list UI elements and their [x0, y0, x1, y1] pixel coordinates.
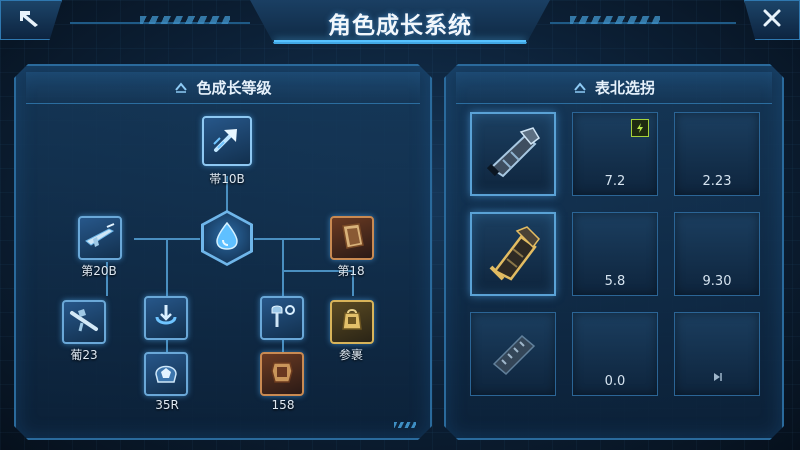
shield-plate-icon	[337, 221, 367, 255]
skill-node-top[interactable]	[202, 116, 252, 166]
swirl-icon	[151, 301, 181, 335]
skill-node-bottom-2-label: 35R	[155, 398, 179, 412]
equipment-slot-3-value: 2.23	[702, 174, 732, 189]
skill-node-bottom-4-label: 参裹	[338, 348, 363, 362]
link-left-branch	[166, 238, 168, 296]
equipment-slot-9[interactable]	[674, 312, 760, 396]
skill-node-bottom-3b[interactable]	[260, 352, 304, 396]
header-stripes-right	[570, 16, 660, 24]
skill-core-node[interactable]	[201, 210, 253, 266]
header-stripes-left	[140, 16, 230, 24]
skill-node-bottom-1[interactable]	[62, 300, 106, 344]
skill-node-top-label: 帯10B	[209, 172, 245, 186]
equipment-slot-6[interactable]: 9.30	[674, 212, 760, 296]
sniper-rifle-icon	[68, 305, 100, 339]
gauntlet-armor-icon	[481, 221, 545, 287]
close-button[interactable]	[744, 0, 800, 40]
skill-node-bottom-3-label: 158	[271, 398, 295, 412]
play-icon	[711, 368, 723, 387]
equipment-slot-3[interactable]: 2.23	[674, 112, 760, 196]
header: 角色成长系统	[0, 0, 800, 50]
armor-icon	[267, 357, 297, 391]
skill-node-mid-left[interactable]	[78, 216, 122, 260]
rifle-icon	[83, 221, 117, 255]
equipment-slot-8-value: 0.0	[604, 374, 626, 389]
helmet-icon	[150, 356, 182, 392]
skill-tree: 帯10B 第20B 第18 葡23 35R 158 参裹	[14, 64, 432, 440]
link-left-bottom	[166, 338, 168, 352]
skill-node-mid-left-label: 第20B	[81, 264, 117, 278]
back-button[interactable]	[0, 0, 62, 40]
equipment-slot-2-value: 7.2	[604, 174, 626, 189]
link-mid-right	[254, 238, 320, 240]
skill-node-mid-right-label: 第18	[337, 264, 365, 278]
cannon-barrel-icon	[481, 122, 545, 186]
equipment-slot-8[interactable]: 0.0	[572, 312, 658, 396]
backpack-icon	[337, 305, 367, 339]
equipment-slot-7[interactable]	[470, 312, 556, 396]
equipment-slot-4[interactable]	[470, 212, 556, 296]
skill-node-bottom-2b[interactable]	[144, 352, 188, 396]
close-icon	[761, 7, 783, 33]
back-arrow-icon	[16, 7, 46, 33]
lightning-badge-icon	[631, 119, 649, 137]
skill-node-bottom-4[interactable]	[330, 300, 374, 344]
link-right-branch	[282, 238, 284, 296]
equipment-slot-5-value: 5.8	[604, 274, 626, 289]
equipment-slot-1[interactable]	[470, 112, 556, 196]
equipment-grid: 7.2 2.23 5.8 9.30 0.0	[444, 64, 784, 440]
arrow-up-right-icon	[210, 122, 244, 160]
page-title: 角色成长系统	[328, 13, 472, 39]
equipment-slot-5[interactable]: 5.8	[572, 212, 658, 296]
skill-node-bottom-1-label: 葡23	[70, 348, 98, 362]
skill-node-mid-right[interactable]	[330, 216, 374, 260]
equipment-slot-2[interactable]: 7.2	[572, 112, 658, 196]
chip-module-icon	[482, 324, 544, 384]
water-drop-icon	[214, 221, 240, 255]
skill-node-bottom-2a[interactable]	[144, 296, 188, 340]
link-right-bottom	[282, 338, 284, 352]
hammer-icon	[266, 301, 298, 335]
equipment-slot-6-value: 9.30	[702, 274, 732, 289]
skill-node-bottom-3a[interactable]	[260, 296, 304, 340]
